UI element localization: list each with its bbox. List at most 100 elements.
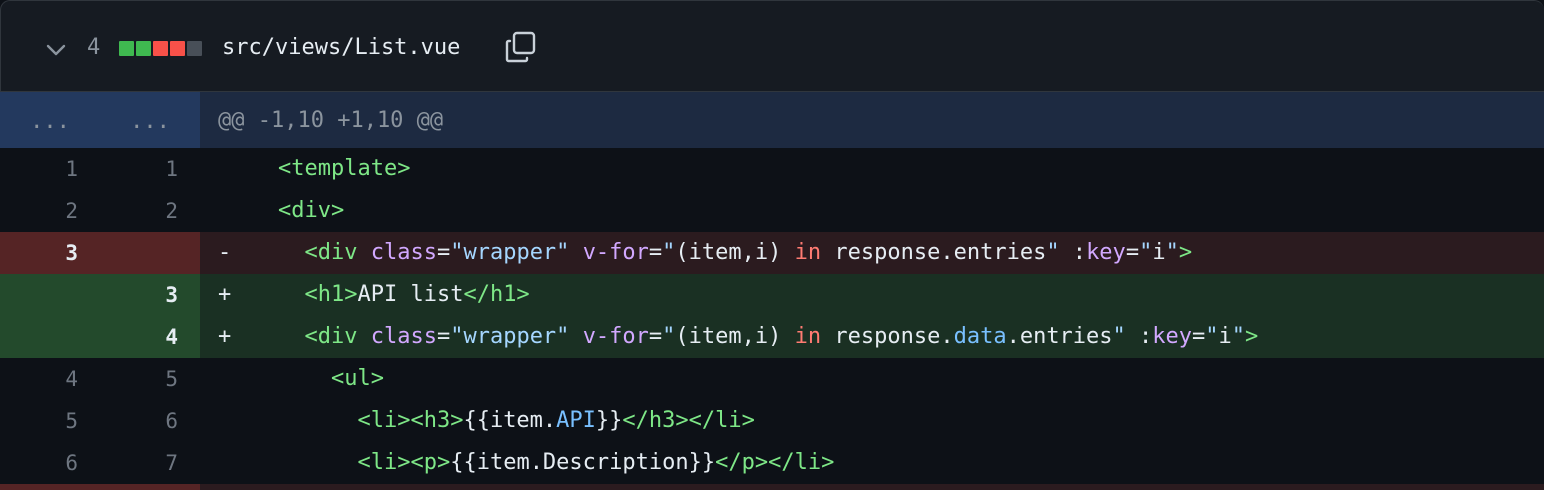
code-token: .entries <box>1006 324 1113 349</box>
chevron-down-icon[interactable] <box>45 39 67 61</box>
new-line-number[interactable]: 7 <box>100 442 200 484</box>
hunk-header-row: ... ... @@ -1,10 +1,10 @@ <box>0 92 1544 148</box>
code-token: (item,i) <box>675 324 795 349</box>
old-line-number[interactable]: 5 <box>0 400 100 442</box>
file-path[interactable]: src/views/List.vue <box>222 33 460 63</box>
diff-marker: - <box>218 240 232 265</box>
code-token: : <box>1125 324 1153 349</box>
diff-marker <box>218 442 278 484</box>
old-line-number[interactable]: 4 <box>0 358 100 400</box>
code-token: key <box>1152 324 1193 349</box>
new-line-number[interactable]: 4 <box>100 316 200 358</box>
code-token: <template> <box>278 156 411 181</box>
code-token: " <box>1139 240 1153 265</box>
code-token: <h3> <box>410 408 464 433</box>
new-line-number[interactable]: 1 <box>100 148 200 190</box>
diff-line-ctx: 22 <div> <box>0 190 1544 232</box>
code-token: = <box>648 324 663 349</box>
code-line: <template> <box>200 148 1544 190</box>
expand-down-button[interactable]: ... <box>100 92 200 148</box>
code-token: </li> <box>688 408 755 433</box>
code-line: <div> <box>200 190 1544 232</box>
code-token: <li> <box>357 408 411 433</box>
hunk-header: @@ -1,10 +1,10 @@ <box>200 92 1544 148</box>
next-row-edge <box>0 484 1544 490</box>
code-token: > <box>1245 324 1259 349</box>
code-token: </h1> <box>463 282 530 307</box>
old-line-number[interactable]: 3 <box>0 232 100 274</box>
copy-icon[interactable] <box>504 30 538 64</box>
old-line-number[interactable]: 2 <box>0 190 100 232</box>
new-line-number[interactable]: 6 <box>100 400 200 442</box>
diff-file-view: 4 src/views/List.vue ... ... @@ -1,10 +1… <box>0 0 1544 490</box>
code-line: <li><p>{{item.Description}}</p></li> <box>200 442 1544 484</box>
new-line-number[interactable]: 3 <box>100 274 200 316</box>
new-line-number[interactable]: 2 <box>100 190 200 232</box>
code-token: </h3> <box>622 408 689 433</box>
old-line-number[interactable]: 1 <box>0 148 100 190</box>
code-token: i <box>1152 240 1166 265</box>
diff-marker: + <box>218 282 232 307</box>
diffstat-block <box>119 41 134 56</box>
diffstat-block <box>153 41 168 56</box>
code-token: : <box>1059 240 1087 265</box>
code-token: API list <box>357 282 464 307</box>
code-line: + <h1>API list</h1> <box>200 274 1544 316</box>
code-token: in <box>794 240 822 265</box>
code-token: in <box>794 324 822 349</box>
diffstat-block <box>170 41 185 56</box>
code-token: i <box>1218 324 1232 349</box>
diffstat <box>119 41 202 57</box>
changes-count: 4 <box>87 35 101 60</box>
code-token: (item,i) <box>675 240 795 265</box>
code-token: <ul> <box>330 366 384 391</box>
code-line: <li><h3>{{item.API}}</h3></li> <box>200 400 1544 442</box>
diffstat-block <box>136 41 151 56</box>
diff-line-add: 4 + <div class="wrapper" v-for="(item,i) … <box>0 316 1544 358</box>
code-token: class <box>370 240 437 265</box>
diff-line-ctx: 67 <li><p>{{item.Description}}</p></li> <box>0 442 1544 484</box>
code-token: " <box>1231 324 1246 349</box>
code-token: API <box>556 408 596 433</box>
code-token: = <box>648 240 663 265</box>
diff-marker <box>218 400 278 442</box>
diff-marker: + <box>218 324 232 349</box>
code-token: {{item.Description}} <box>450 450 716 475</box>
code-token: " <box>1205 324 1219 349</box>
new-line-number[interactable] <box>100 232 200 274</box>
code-token: <h1> <box>304 282 358 307</box>
code-token: key <box>1086 240 1126 265</box>
code-token: response.entries <box>821 240 1047 265</box>
diff-line-ctx: 56 <li><h3>{{item.API}}</h3></li> <box>0 400 1544 442</box>
code-token: "wrapper" <box>450 324 570 349</box>
old-line-number[interactable] <box>0 316 100 358</box>
old-line-number[interactable]: 6 <box>0 442 100 484</box>
new-line-number[interactable]: 5 <box>100 358 200 400</box>
code-token: }} <box>595 408 623 433</box>
old-line-number[interactable] <box>0 274 100 316</box>
diff-marker <box>218 358 278 400</box>
expand-up-button[interactable]: ... <box>0 92 100 148</box>
code-token: = <box>436 240 451 265</box>
diffstat-block <box>187 41 202 56</box>
code-token: response. <box>821 324 954 349</box>
code-token: <li> <box>357 450 411 475</box>
code-token: > <box>1178 240 1193 265</box>
file-header: 4 src/views/List.vue <box>0 0 1544 92</box>
code-line: - <div class="wrapper" v-for="(item,i) i… <box>200 232 1544 274</box>
code-token: v-for <box>582 240 649 265</box>
code-token: = <box>436 324 451 349</box>
code-token: <div <box>304 240 358 265</box>
code-line: + <div class="wrapper" v-for="(item,i) i… <box>200 316 1544 358</box>
code-token: " <box>1046 240 1060 265</box>
diff-line-add: 3 + <h1>API list</h1> <box>0 274 1544 316</box>
code-token: = <box>1125 240 1140 265</box>
diff-line-del: 3 - <div class="wrapper" v-for="(item,i) … <box>0 232 1544 274</box>
diff-line-ctx: 11 <template> <box>0 148 1544 190</box>
